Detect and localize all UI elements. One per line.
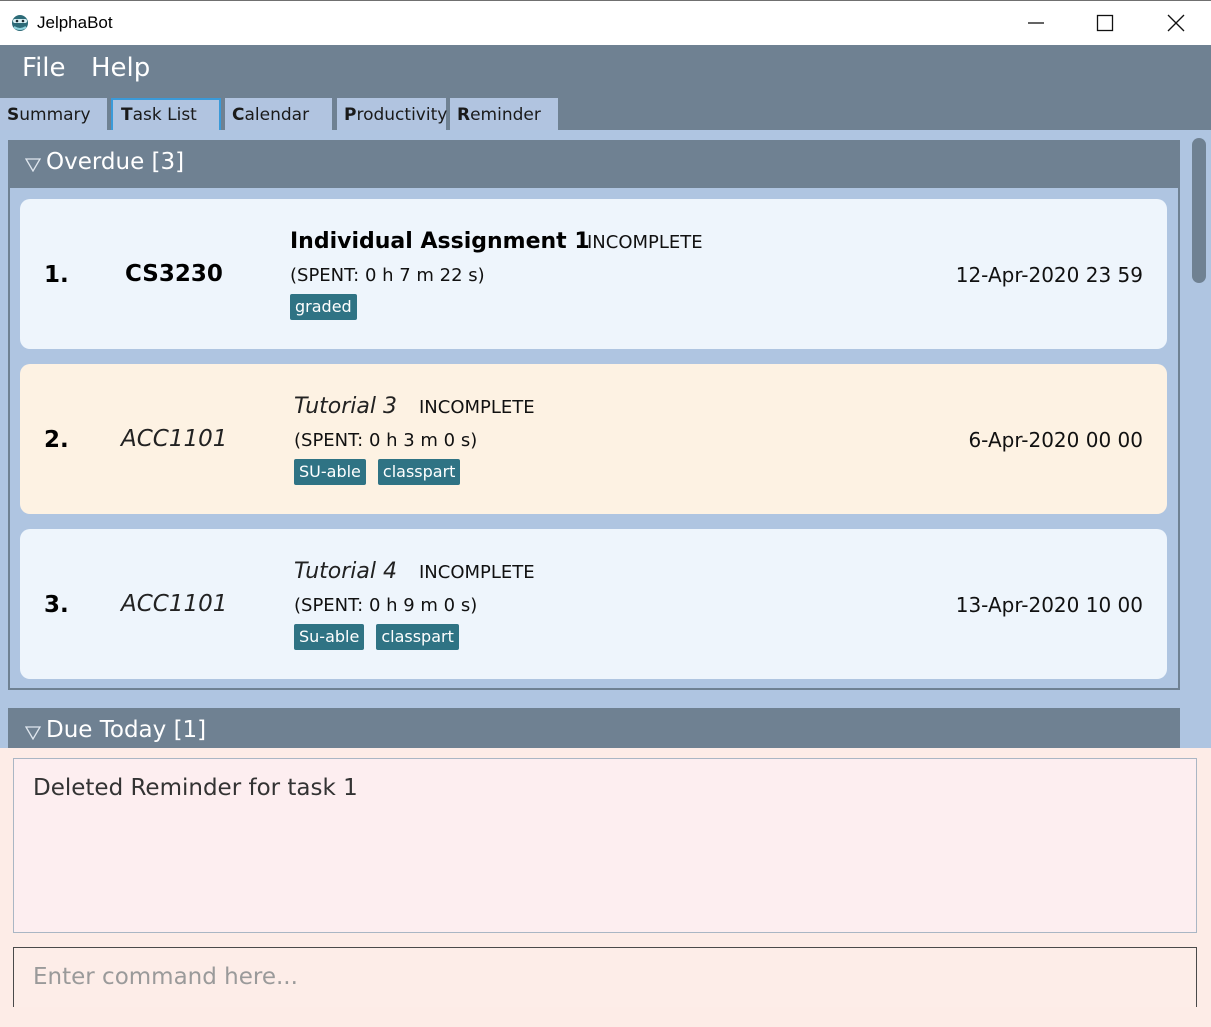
menu-file[interactable]: File xyxy=(22,53,66,83)
tab-label: ask List xyxy=(132,105,197,125)
tab-mnemonic: R xyxy=(457,105,471,125)
tag-label: classpart xyxy=(377,459,461,485)
task-name: Individual Assignment 1 xyxy=(290,229,590,254)
task-deadline: 12-Apr-2020 23 59 xyxy=(955,263,1143,287)
close-button[interactable] xyxy=(1153,1,1199,45)
menu-bar: File Help xyxy=(0,45,1211,95)
tab-mnemonic: C xyxy=(232,105,245,125)
maximize-icon xyxy=(1096,14,1114,32)
task-time-spent: (SPENT: 0 h 9 m 0 s) xyxy=(294,595,478,616)
task-deadline: 6-Apr-2020 00 00 xyxy=(968,428,1143,452)
tab-mnemonic: S xyxy=(7,105,20,125)
task-index: 3. xyxy=(44,592,69,618)
result-message: Deleted Reminder for task 1 xyxy=(33,775,358,801)
task-status: INCOMPLETE xyxy=(419,562,535,583)
task-time-spent: (SPENT: 0 h 3 m 0 s) xyxy=(294,430,478,451)
tab-label: eminder xyxy=(470,105,541,125)
task-card[interactable]: 3. ACC1101 Tutorial 4 INCOMPLETE (SPENT:… xyxy=(20,529,1167,679)
tab-task-list[interactable]: Task List xyxy=(111,98,221,132)
tab-summary[interactable]: Summary xyxy=(0,98,107,132)
maximize-button[interactable] xyxy=(1082,1,1128,45)
task-index: 1. xyxy=(44,262,69,288)
tag-label: Su-able xyxy=(294,624,365,650)
task-tags: SU-able classpart xyxy=(294,459,461,485)
due-today-section-header[interactable]: Due Today [1] xyxy=(8,708,1180,748)
overdue-section-title: Overdue [3] xyxy=(46,149,185,175)
task-card[interactable]: 2. ACC1101 Tutorial 3 INCOMPLETE (SPENT:… xyxy=(20,364,1167,514)
menu-help[interactable]: Help xyxy=(91,53,150,83)
task-name: Tutorial 3 xyxy=(294,394,397,419)
task-time-spent: (SPENT: 0 h 7 m 22 s) xyxy=(290,265,485,286)
task-module: ACC1101 xyxy=(121,591,228,617)
task-module: ACC1101 xyxy=(121,426,228,452)
tab-calendar[interactable]: Calendar xyxy=(225,98,332,132)
jelphabot-logo-icon xyxy=(10,13,30,33)
task-list-panel[interactable]: Overdue [3] 1. CS3230 Individual Assignm… xyxy=(0,130,1211,748)
task-name: Tutorial 4 xyxy=(294,559,397,584)
list-scrollbar-thumb[interactable] xyxy=(1192,138,1206,283)
task-status: INCOMPLETE xyxy=(419,397,535,418)
tab-productivity[interactable]: Productivity xyxy=(337,98,448,132)
task-status: INCOMPLETE xyxy=(587,232,703,253)
due-today-section-title: Due Today [1] xyxy=(46,717,207,743)
collapse-arrow-icon[interactable] xyxy=(24,157,42,176)
task-card[interactable]: 1. CS3230 Individual Assignment 1 INCOMP… xyxy=(20,199,1167,349)
tab-label: ummary xyxy=(19,105,91,125)
window-title: JelphaBot xyxy=(37,13,113,32)
task-tags: Su-able classpart xyxy=(294,624,459,650)
task-deadline: 13-Apr-2020 10 00 xyxy=(955,593,1143,617)
task-tags: graded xyxy=(290,294,357,320)
collapse-arrow-icon[interactable] xyxy=(24,725,42,744)
result-display: Deleted Reminder for task 1 xyxy=(13,758,1197,933)
tab-bar: Summary Task List Calendar Productivity … xyxy=(0,95,1211,135)
minimize-icon xyxy=(1028,22,1044,24)
minimize-button[interactable] xyxy=(1013,1,1059,45)
task-module: CS3230 xyxy=(125,261,223,287)
bottom-panel: Deleted Reminder for task 1 xyxy=(0,748,1211,1027)
tab-label: roductivity xyxy=(356,105,448,125)
command-input[interactable] xyxy=(14,948,1196,1006)
tag-label: SU-able xyxy=(294,459,366,485)
tag-label: graded xyxy=(290,294,357,320)
title-bar: JelphaBot xyxy=(0,0,1211,45)
tab-label: alendar xyxy=(244,105,310,125)
tag-label: classpart xyxy=(376,624,459,650)
close-icon xyxy=(1167,14,1185,32)
tab-mnemonic: P xyxy=(344,105,357,125)
command-box[interactable] xyxy=(13,947,1197,1007)
overdue-section-header[interactable]: Overdue [3] xyxy=(8,140,1180,188)
task-index: 2. xyxy=(44,427,69,453)
tab-mnemonic: T xyxy=(121,105,133,125)
tab-reminder[interactable]: Reminder xyxy=(450,98,558,132)
